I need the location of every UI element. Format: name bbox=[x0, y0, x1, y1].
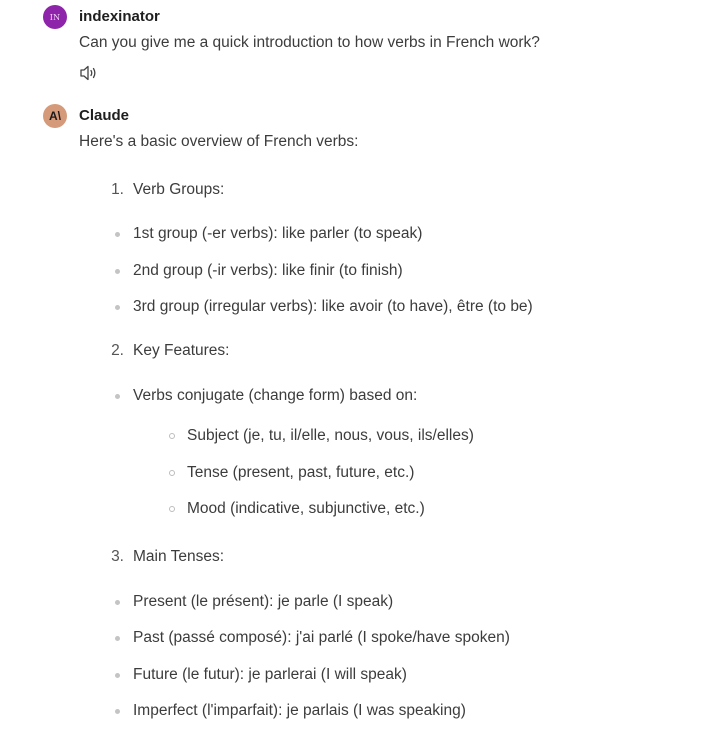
assistant-intro: Here's a basic overview of French verbs: bbox=[79, 133, 359, 150]
sub-list-item: Mood (indicative, subjunctive, etc.) bbox=[187, 500, 425, 517]
bullet-dot bbox=[115, 394, 120, 399]
bullet-dot bbox=[115, 636, 120, 641]
sub-list-item: Tense (present, past, future, etc.) bbox=[187, 464, 415, 481]
list-item: 2nd group (-ir verbs): like finir (to fi… bbox=[133, 262, 403, 279]
user-message-text: Can you give me a quick introduction to … bbox=[79, 34, 540, 51]
bullet-dot bbox=[115, 305, 120, 310]
bullet-dot bbox=[115, 673, 120, 678]
list-item: Future (le futur): je parlerai (I will s… bbox=[133, 666, 407, 683]
speaker-icon[interactable] bbox=[79, 64, 99, 82]
list-item: 3rd group (irregular verbs): like avoir … bbox=[133, 298, 533, 315]
assistant-name: Claude bbox=[79, 107, 130, 124]
user-name: indexinator bbox=[79, 8, 160, 25]
list-item: 1st group (-er verbs): like parler (to s… bbox=[133, 225, 423, 242]
bullet-dot bbox=[115, 600, 120, 605]
section-number: 3. bbox=[111, 548, 124, 565]
section-title: Verb Groups: bbox=[133, 181, 225, 198]
sub-bullet-circle bbox=[169, 506, 175, 512]
sub-list-item: Subject (je, tu, il/elle, nous, vous, il… bbox=[187, 427, 474, 444]
user-avatar: IN bbox=[43, 5, 67, 29]
sub-bullet-circle bbox=[169, 433, 175, 439]
section-number: 1. bbox=[111, 181, 124, 198]
section-number: 2. bbox=[111, 342, 124, 359]
section-title: Main Tenses: bbox=[133, 548, 225, 565]
bullet-dot bbox=[115, 232, 120, 237]
claude-avatar: A\ bbox=[43, 104, 67, 128]
bullet-dot bbox=[115, 709, 120, 714]
list-item: Verbs conjugate (change form) based on: bbox=[133, 387, 418, 404]
section-title: Key Features: bbox=[133, 342, 230, 359]
list-item: Present (le présent): je parle (I speak) bbox=[133, 593, 394, 610]
list-item: Past (passé composé): j'ai parlé (I spok… bbox=[133, 629, 510, 646]
list-item: Imperfect (l'imparfait): je parlais (I w… bbox=[133, 702, 466, 719]
sub-bullet-circle bbox=[169, 470, 175, 476]
bullet-dot bbox=[115, 269, 120, 274]
